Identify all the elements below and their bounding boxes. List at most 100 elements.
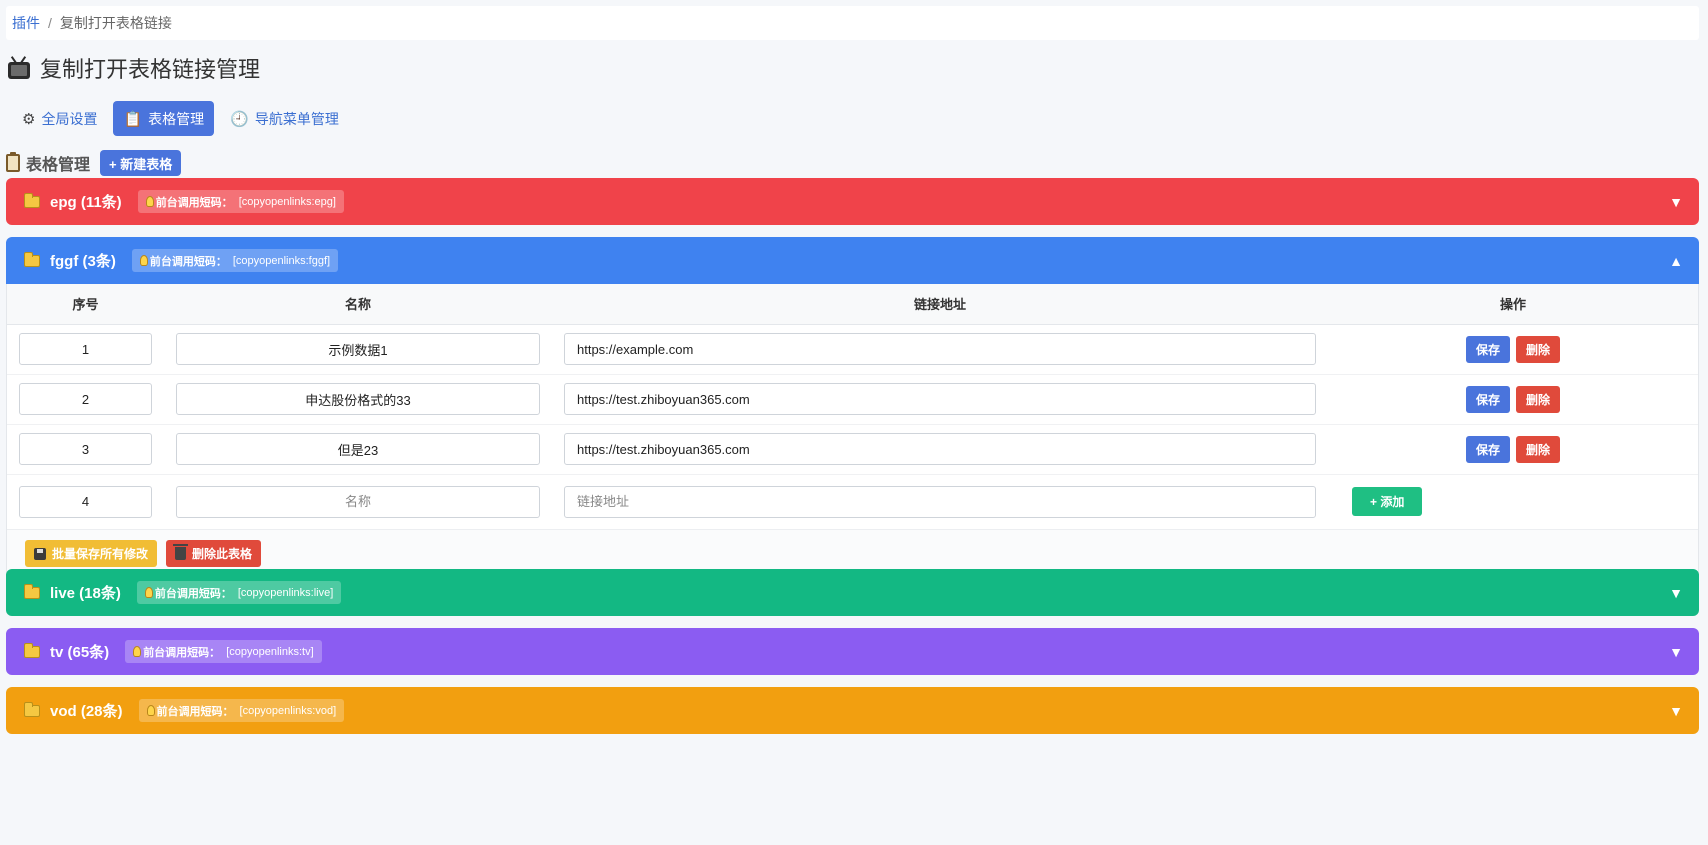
group-name: vod (28条) (50, 703, 123, 720)
shortcode-label: 前台调用短码： (154, 587, 232, 600)
batch-save-label: 批量保存所有修改 (52, 547, 149, 561)
chevron-up-icon[interactable]: ▲ (1669, 253, 1683, 269)
save-button[interactable]: 保存 (1465, 335, 1510, 363)
group-header-epg[interactable]: epg (11条) 前台调用短码： [copyopenlinks:epg] ▼ (6, 178, 1699, 225)
shortcode-badge: 前台调用短码： [copyopenlinks:epg] (137, 190, 344, 213)
tab-label: 全局设置 (41, 110, 98, 127)
group-header-vod[interactable]: vod (28条) 前台调用短码： [copyopenlinks:vod] ▼ (6, 687, 1699, 734)
chevron-down-icon[interactable]: ▼ (1669, 585, 1683, 601)
delete-table-button[interactable]: 删除此表格 (166, 540, 262, 567)
column-header-index: 序号 (7, 284, 164, 325)
group-panel-fggf: 序号 名称 链接地址 操作 保存 删除 (6, 284, 1699, 578)
folder-icon (24, 251, 40, 267)
chevron-down-icon[interactable]: ▼ (1669, 194, 1683, 210)
shortcode-label: 前台调用短码： (149, 255, 227, 268)
tv-icon (6, 55, 32, 81)
table-group-tv: tv (65条) 前台调用短码： [copyopenlinks:tv] ▼ (6, 628, 1699, 675)
table-row: 保存 删除 (7, 324, 1698, 375)
delete-button[interactable]: 删除 (1516, 385, 1561, 413)
folder-icon (24, 583, 40, 599)
section-header: 表格管理 + 新建表格 (6, 150, 182, 176)
shortcode-badge: 前台调用短码： [copyopenlinks:fggf] (131, 249, 339, 272)
tab-bar: ⚙ 全局设置 📋 表格管理 🕘 导航菜单管理 (12, 101, 349, 136)
breadcrumb-plugins-link[interactable]: 插件 (12, 13, 40, 33)
table-row: 保存 删除 (7, 374, 1698, 425)
lightbulb-icon (145, 196, 154, 207)
shortcode-label: 前台调用短码： (143, 646, 221, 659)
folder-icon (24, 192, 40, 208)
shortcode-value: [copyopenlinks:vod] (239, 704, 337, 717)
new-row: + 添加 (7, 473, 1698, 529)
batch-save-button[interactable]: 批量保存所有修改 (25, 540, 158, 567)
name-input[interactable] (176, 383, 540, 415)
breadcrumb-current: 复制打开表格链接 (59, 15, 172, 31)
group-header-live[interactable]: live (18条) 前台调用短码： [copyopenlinks:live] … (6, 569, 1699, 616)
new-url-input[interactable] (564, 485, 1316, 518)
name-input[interactable] (176, 433, 540, 465)
table-group-vod: vod (28条) 前台调用短码： [copyopenlinks:vod] ▼ (6, 687, 1699, 734)
lightbulb-icon (144, 587, 153, 598)
delete-button[interactable]: 删除 (1516, 335, 1561, 363)
table-row: 保存 删除 (7, 424, 1698, 475)
index-input[interactable] (19, 383, 152, 415)
shortcode-label: 前台调用短码： (156, 705, 234, 718)
chevron-down-icon[interactable]: ▼ (1669, 644, 1683, 660)
breadcrumb-separator: / (48, 15, 52, 31)
page-title-text: 复制打开表格链接管理 (40, 57, 261, 82)
save-button[interactable]: 保存 (1465, 435, 1510, 463)
group-name: live (18条) (50, 585, 121, 602)
group-header-fggf[interactable]: fggf (3条) 前台调用短码： [copyopenlinks:fggf] ▲ (6, 237, 1699, 284)
group-name: epg (11条) (50, 194, 122, 211)
clock-icon: 🕘 (230, 110, 249, 128)
url-input[interactable] (564, 433, 1316, 465)
new-index-input[interactable] (19, 485, 152, 518)
trash-icon (173, 544, 189, 560)
tab-table-management[interactable]: 📋 表格管理 (113, 101, 215, 136)
tab-nav-menu-management[interactable]: 🕘 导航菜单管理 (220, 101, 349, 136)
shortcode-value: [copyopenlinks:live] (237, 586, 334, 599)
tab-global-settings[interactable]: ⚙ 全局设置 (12, 101, 107, 136)
page-title: 复制打开表格链接管理 (6, 52, 260, 84)
column-header-url: 链接地址 (552, 284, 1328, 325)
folder-icon (24, 701, 40, 717)
breadcrumb: 插件 / 复制打开表格链接 (6, 6, 1699, 40)
links-table: 序号 名称 链接地址 操作 保存 删除 (7, 284, 1698, 529)
index-input[interactable] (19, 433, 152, 465)
shortcode-value: [copyopenlinks:fggf] (232, 254, 331, 267)
tab-label: 导航菜单管理 (254, 110, 339, 127)
table-group-fggf: fggf (3条) 前台调用短码： [copyopenlinks:fggf] ▲… (6, 237, 1699, 578)
url-input[interactable] (564, 383, 1316, 415)
table-header-row: 序号 名称 链接地址 操作 (7, 284, 1698, 325)
shortcode-badge: 前台调用短码： [copyopenlinks:tv] (125, 640, 322, 663)
url-input[interactable] (564, 333, 1316, 365)
shortcode-value: [copyopenlinks:tv] (226, 645, 314, 658)
column-header-actions: 操作 (1328, 284, 1698, 325)
delete-table-label: 删除此表格 (192, 547, 253, 561)
floppy-disk-icon (34, 547, 46, 560)
section-title: 表格管理 (26, 157, 91, 174)
shortcode-label: 前台调用短码： (155, 196, 233, 209)
chevron-down-icon[interactable]: ▼ (1669, 703, 1683, 719)
save-button[interactable]: 保存 (1465, 385, 1510, 413)
name-input[interactable] (176, 333, 540, 365)
table-group-live: live (18条) 前台调用短码： [copyopenlinks:live] … (6, 569, 1699, 616)
new-name-input[interactable] (176, 485, 540, 518)
index-input[interactable] (19, 333, 152, 365)
tab-label: 表格管理 (148, 110, 205, 127)
folder-icon (24, 642, 40, 658)
lightbulb-icon (146, 705, 155, 716)
table-group-epg: epg (11条) 前台调用短码： [copyopenlinks:epg] ▼ (6, 178, 1699, 225)
gear-icon: ⚙ (22, 110, 36, 128)
add-button[interactable]: + 添加 (1352, 487, 1423, 517)
shortcode-badge: 前台调用短码： [copyopenlinks:live] (136, 581, 342, 604)
new-table-button[interactable]: + 新建表格 (100, 150, 182, 176)
group-name: fggf (3条) (50, 253, 116, 270)
shortcode-value: [copyopenlinks:epg] (238, 195, 336, 208)
group-header-tv[interactable]: tv (65条) 前台调用短码： [copyopenlinks:tv] ▼ (6, 628, 1699, 675)
group-name: tv (65条) (50, 644, 110, 661)
clipboard-icon (6, 152, 20, 172)
clipboard-icon: 📋 (123, 110, 143, 128)
lightbulb-icon (139, 255, 148, 266)
delete-button[interactable]: 删除 (1516, 435, 1561, 463)
column-header-name: 名称 (164, 284, 552, 325)
